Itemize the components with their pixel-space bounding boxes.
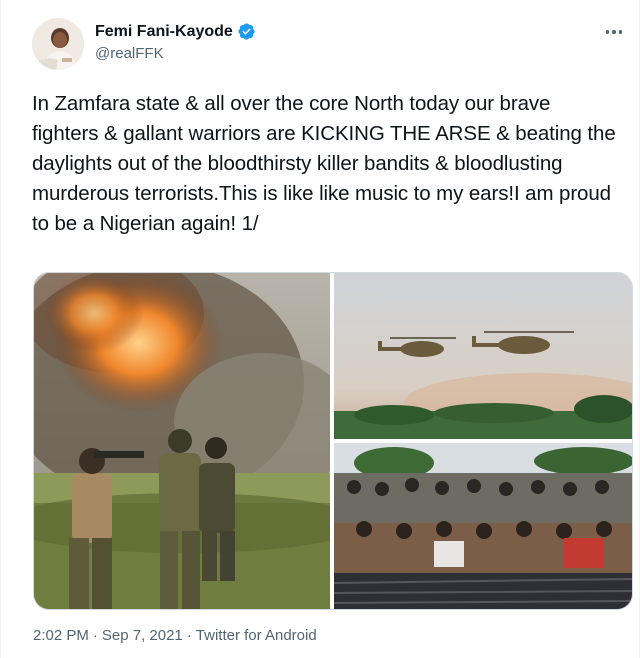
meta-separator: · [92,627,98,644]
tweet-time[interactable]: 2:02 PM [33,627,89,644]
avatar[interactable] [32,18,84,70]
tweet-card: Femi Fani-Kayode @realFFK In Zamfara sta… [0,0,640,658]
verified-badge-icon [237,22,256,41]
detainees-photo[interactable] [334,443,632,609]
soldiers-explosion-photo[interactable] [34,273,330,609]
author-handle[interactable]: @realFFK [95,45,164,62]
tweet-meta: 2:02 PM · Sep 7, 2021 · Twitter for Andr… [33,627,317,644]
profile-photo-image [32,18,84,70]
meta-separator: · [186,627,192,644]
helicopters-photo[interactable] [334,273,632,439]
tweet-text: In Zamfara state & all over the core Nor… [32,92,622,235]
author-name-row[interactable]: Femi Fani-Kayode [95,22,256,41]
more-options-icon[interactable] [603,22,625,42]
tweet-date[interactable]: Sep 7, 2021 [102,627,183,644]
display-name[interactable]: Femi Fani-Kayode [95,23,233,41]
tweet-source: Twitter for Android [195,627,317,644]
media-grid [33,272,633,610]
